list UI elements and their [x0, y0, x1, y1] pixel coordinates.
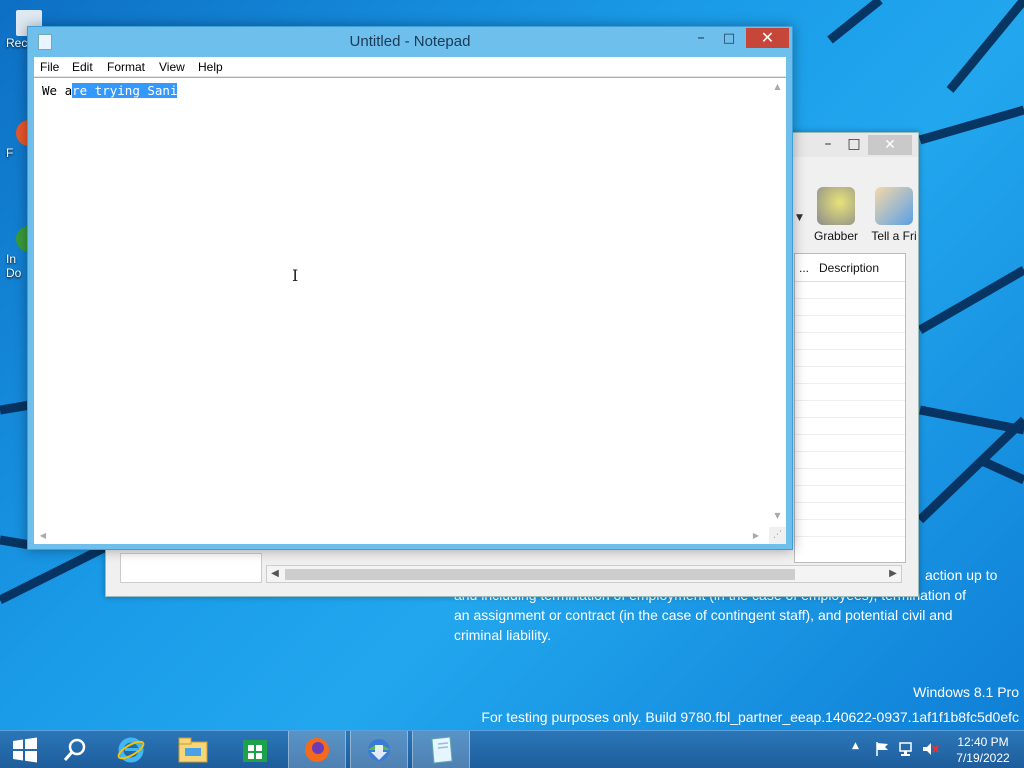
scroll-right-icon[interactable]: ▶ — [885, 566, 901, 582]
minimize-button[interactable]: – — [688, 29, 714, 49]
grabber-label: Grabber — [813, 229, 859, 243]
horizontal-scrollbar[interactable]: ◀ ▶ — [266, 565, 902, 583]
download-list[interactable]: ... Description — [794, 253, 906, 563]
category-pane[interactable] — [120, 553, 262, 583]
tell-a-friend-icon — [875, 187, 913, 225]
list-row — [795, 350, 905, 367]
menu-help[interactable]: Help — [198, 57, 223, 77]
list-row — [795, 435, 905, 452]
notepad-titlebar[interactable]: Untitled - Notepad – □ ✕ — [28, 27, 792, 57]
background-close-button[interactable]: ✕ — [868, 135, 912, 155]
list-row — [795, 316, 905, 333]
scroll-up-icon[interactable]: ▲ — [769, 80, 786, 94]
menu-edit[interactable]: Edit — [72, 57, 93, 77]
scrollbar-thumb[interactable] — [285, 569, 795, 580]
windows-logo-icon — [13, 737, 37, 763]
menu-view[interactable]: View — [159, 57, 185, 77]
notepad-taskbar-button[interactable] — [412, 731, 470, 768]
list-row — [795, 367, 905, 384]
firefox-icon — [305, 738, 329, 762]
internet-explorer-button[interactable] — [102, 731, 160, 768]
grabber-icon — [817, 187, 855, 225]
maximize-button[interactable]: □ — [716, 29, 742, 49]
list-row — [795, 299, 905, 316]
firefox-taskbar-button[interactable] — [288, 731, 346, 768]
horizontal-scrollbar[interactable]: ◀ ▶ — [34, 527, 769, 544]
scroll-down-icon[interactable]: ▼ — [769, 509, 786, 523]
background-maximize-button[interactable]: □ — [842, 135, 866, 153]
os-name: Windows 8.1 Pro — [913, 684, 1019, 700]
list-header-truncated: ... — [798, 261, 809, 275]
document-text[interactable]: We are trying Sani — [42, 83, 178, 98]
volume-muted-icon[interactable] — [922, 741, 940, 757]
list-row — [795, 503, 905, 520]
desktop-icon-label: Rec — [6, 36, 28, 50]
list-row — [795, 333, 905, 350]
list-row — [795, 418, 905, 435]
resize-grip-icon[interactable]: ⋰ — [769, 527, 786, 544]
background-minimize-button[interactable]: – — [816, 135, 840, 153]
list-row — [795, 401, 905, 418]
taskbar: ▲ 12:40 PM 7/19/2022 — [0, 730, 1024, 768]
folder-icon — [178, 737, 208, 763]
start-button[interactable] — [0, 731, 50, 768]
scroll-right-icon[interactable]: ▶ — [749, 527, 763, 544]
tell-a-friend-button[interactable]: Tell a Fri — [864, 183, 924, 243]
text-editor[interactable]: We are trying Sani I ▲ ▼ ◀ ▶ ⋰ — [34, 78, 786, 544]
text-cursor-icon: I — [292, 266, 299, 285]
background-toolbar: Grabber Tell a Fri — [794, 183, 917, 253]
build-info: For testing purposes only. Build 9780.fb… — [481, 709, 1019, 725]
watermark-line: criminal liability. — [454, 627, 551, 643]
watermark-line: an assignment or contract (in the case o… — [454, 607, 953, 623]
store-button[interactable] — [226, 731, 284, 768]
close-button[interactable]: ✕ — [746, 28, 789, 48]
desktop-icon-label: F — [6, 146, 14, 160]
vertical-scrollbar[interactable]: ▲ ▼ — [769, 78, 786, 525]
menu-bar: File Edit Format View Help — [34, 57, 786, 77]
system-clock[interactable]: 12:40 PM 7/19/2022 — [948, 734, 1018, 766]
action-center-flag-icon[interactable] — [874, 741, 890, 757]
list-row — [795, 452, 905, 469]
tell-a-friend-label: Tell a Fri — [871, 229, 917, 243]
clock-date: 7/19/2022 — [956, 751, 1010, 765]
scroll-left-icon[interactable]: ◀ — [267, 566, 283, 582]
list-row — [795, 486, 905, 503]
selected-text: re trying Sani — [72, 83, 178, 98]
file-explorer-button[interactable] — [164, 731, 222, 768]
list-row — [795, 282, 905, 299]
unselected-text: We a — [42, 83, 73, 98]
ie-icon — [117, 737, 145, 763]
clock-time: 12:40 PM — [957, 735, 1009, 749]
list-row — [795, 469, 905, 486]
menu-format[interactable]: Format — [107, 57, 145, 77]
notepad-window[interactable]: Untitled - Notepad – □ ✕ File Edit Forma… — [27, 26, 793, 550]
desktop: Rec F In Do action up to and including t… — [0, 0, 1024, 730]
list-header[interactable]: ... Description — [795, 254, 905, 282]
idm-taskbar-button[interactable] — [350, 731, 408, 768]
window-title: Untitled - Notepad — [349, 33, 471, 50]
list-row — [795, 384, 905, 401]
grabber-button[interactable]: Grabber — [806, 183, 866, 243]
store-icon — [243, 740, 267, 762]
show-hidden-icons-icon[interactable]: ▲ — [852, 741, 859, 751]
description-column-header[interactable]: Description — [819, 261, 879, 275]
list-row — [795, 520, 905, 537]
scroll-left-icon[interactable]: ◀ — [36, 527, 50, 544]
idm-icon — [368, 739, 390, 761]
notepad-icon — [431, 736, 453, 764]
menu-file[interactable]: File — [40, 57, 59, 77]
network-icon[interactable] — [898, 741, 916, 757]
search-icon — [63, 738, 86, 761]
search-button[interactable] — [50, 731, 100, 768]
